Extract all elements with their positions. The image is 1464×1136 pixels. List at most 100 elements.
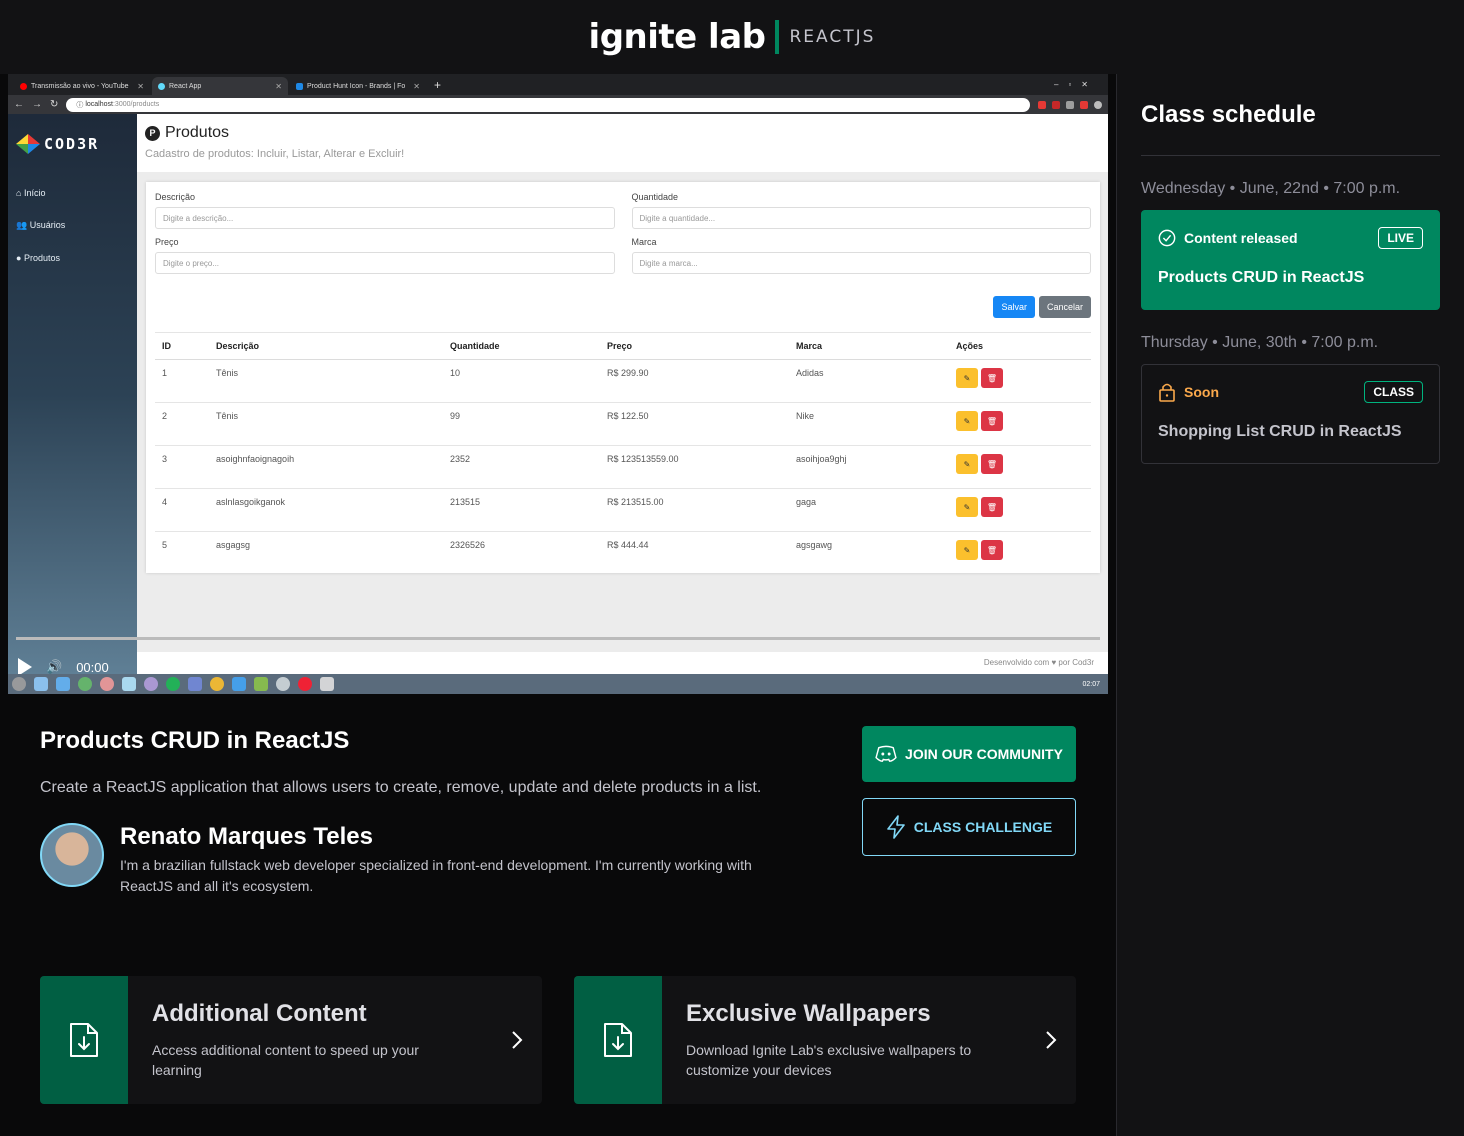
spotify-icon[interactable] bbox=[166, 677, 180, 691]
quantity-input[interactable]: Digite a quantidade... bbox=[631, 207, 1091, 229]
video-player[interactable]: Transmissão ao vivo - YouTube ✕ React App… bbox=[8, 74, 1108, 694]
teacher-avatar bbox=[40, 823, 104, 888]
edit-pencil-icon[interactable]: ✎ bbox=[956, 540, 978, 560]
cell-price: R$ 122.50 bbox=[600, 402, 789, 446]
profile-icon[interactable] bbox=[1094, 100, 1102, 109]
edit-pencil-icon[interactable]: ✎ bbox=[956, 411, 978, 431]
taskbar-clock: 02:07 bbox=[1082, 680, 1100, 688]
forward-arrow-icon[interactable]: → bbox=[32, 99, 42, 110]
trash-icon[interactable]: 🗑 bbox=[981, 454, 1003, 474]
description-label: Descrição bbox=[155, 192, 196, 202]
lesson-card-active[interactable]: Content released LIVE Products CRUD in R… bbox=[1141, 210, 1440, 310]
app-icon[interactable] bbox=[100, 677, 114, 691]
edit-pencil-icon[interactable]: ✎ bbox=[956, 368, 978, 388]
quantity-label: Quantidade bbox=[631, 192, 679, 202]
address-bar[interactable]: ⓘ localhost:3000/products bbox=[66, 97, 1030, 112]
cell-id: 4 bbox=[155, 488, 209, 532]
app-title-text: Produtos bbox=[165, 124, 230, 141]
chrome-icon[interactable] bbox=[210, 677, 224, 691]
nav-item-produtos[interactable]: ● Produtos bbox=[8, 245, 137, 277]
brand-label: Marca bbox=[631, 237, 657, 247]
folder-icon[interactable] bbox=[34, 677, 48, 691]
description-input[interactable]: Digite a descrição... bbox=[155, 207, 615, 229]
cell-quantity: 99 bbox=[443, 402, 600, 446]
coder-logo-text: COD3R bbox=[44, 135, 100, 153]
join-community-button[interactable]: JOIN OUR COMMUNITY bbox=[862, 726, 1076, 782]
app-icon[interactable] bbox=[276, 677, 290, 691]
lesson-date: Thursday • June, 30th • 7:00 p.m. bbox=[1141, 334, 1379, 351]
app-icon[interactable] bbox=[122, 677, 136, 691]
nav-label: Usuários bbox=[29, 220, 66, 230]
table-row: 5 asgagsg 2326526 R$ 444.44 agsgawg ✎ 🗑 bbox=[155, 531, 1091, 575]
price-input[interactable]: Digite o preço... bbox=[155, 252, 615, 274]
join-community-label: JOIN OUR COMMUNITY bbox=[905, 746, 1063, 762]
browser-tab-active[interactable]: React App ✕ bbox=[152, 77, 288, 95]
edit-pencil-icon[interactable]: ✎ bbox=[956, 454, 978, 474]
resource-description: Access additional content to speed up yo… bbox=[152, 1042, 419, 1079]
ignite-lab-logo: ignite lab REACTJS bbox=[589, 17, 876, 57]
fontawesome-icon bbox=[296, 82, 303, 90]
extension-icon[interactable] bbox=[1080, 100, 1088, 109]
app-icon[interactable] bbox=[320, 677, 334, 691]
reload-icon[interactable]: ↻ bbox=[50, 99, 58, 110]
app-sidebar: COD3R ⌂ Início 👥 Usuários ● Produtos bbox=[8, 114, 137, 674]
window-controls[interactable]: –▫✕ bbox=[1054, 80, 1108, 89]
file-download-icon bbox=[604, 1023, 632, 1057]
trash-icon[interactable]: 🗑 bbox=[981, 368, 1003, 388]
brand-input[interactable]: Digite a marca... bbox=[631, 252, 1091, 274]
react-app: COD3R ⌂ Início 👥 Usuários ● Produtos P Pr… bbox=[8, 114, 1108, 674]
volume-icon[interactable]: 🔊 bbox=[46, 659, 62, 675]
browser-tab[interactable]: Transmissão ao vivo - YouTube ✕ bbox=[14, 77, 150, 95]
lock-icon bbox=[1159, 383, 1175, 402]
table-row: 2 Tênis 99 R$ 122.50 Nike ✎ 🗑 bbox=[155, 402, 1091, 446]
trash-icon[interactable]: 🗑 bbox=[981, 497, 1003, 517]
cell-description: asgagsg bbox=[209, 531, 443, 575]
tab-title: React App bbox=[169, 82, 202, 90]
class-challenge-button[interactable]: CLASS CHALLENGE bbox=[862, 798, 1076, 856]
edit-pencil-icon[interactable]: ✎ bbox=[956, 497, 978, 517]
app-icon[interactable] bbox=[78, 677, 92, 691]
lesson-date: Wednesday • June, 22nd • 7:00 p.m. bbox=[1141, 180, 1401, 197]
extension-icon[interactable] bbox=[1038, 100, 1046, 109]
cancel-button[interactable]: Cancelar bbox=[1038, 296, 1091, 318]
back-arrow-icon[interactable]: ← bbox=[14, 99, 24, 110]
nav-item-inicio[interactable]: ⌂ Início bbox=[8, 180, 137, 212]
cell-quantity: 10 bbox=[443, 359, 600, 403]
new-tab-icon[interactable]: + bbox=[434, 78, 441, 92]
close-icon[interactable]: ✕ bbox=[413, 82, 420, 91]
extension-icon[interactable] bbox=[1052, 100, 1060, 109]
close-icon[interactable]: ✕ bbox=[275, 82, 282, 91]
top-header: ignite lab REACTJS bbox=[0, 0, 1464, 74]
folder-icon[interactable] bbox=[56, 677, 70, 691]
opera-icon[interactable] bbox=[298, 677, 312, 691]
close-icon[interactable]: ✕ bbox=[137, 82, 144, 91]
cell-quantity: 213515 bbox=[443, 488, 600, 532]
lesson-card-locked[interactable]: Soon CLASS Shopping List CRUD in ReactJS bbox=[1141, 364, 1440, 464]
app-icon[interactable] bbox=[144, 677, 158, 691]
vscode-icon[interactable] bbox=[232, 677, 246, 691]
exclusive-wallpapers-card[interactable]: Exclusive Wallpapers Download Ignite Lab… bbox=[574, 976, 1076, 1104]
pycharm-icon[interactable] bbox=[254, 677, 268, 691]
nav-label: Início bbox=[23, 188, 46, 198]
browser-tab[interactable]: Product Hunt Icon - Brands | Fo ✕ bbox=[290, 77, 426, 95]
additional-content-card[interactable]: Additional Content Access additional con… bbox=[40, 976, 542, 1104]
react-icon bbox=[158, 82, 165, 90]
video-progress-bar[interactable] bbox=[16, 637, 1100, 640]
extensions-row bbox=[1038, 100, 1102, 109]
extension-icon[interactable] bbox=[1066, 100, 1074, 109]
coder-logo: COD3R bbox=[8, 132, 137, 156]
discord-icon[interactable] bbox=[188, 677, 202, 691]
cell-id: 1 bbox=[155, 359, 209, 403]
menu-icon[interactable] bbox=[12, 677, 26, 691]
trash-icon[interactable]: 🗑 bbox=[981, 540, 1003, 560]
resource-icon-box bbox=[40, 976, 128, 1104]
save-button[interactable]: Salvar bbox=[993, 296, 1035, 318]
youtube-icon bbox=[20, 82, 27, 90]
lesson-type-badge: CLASS bbox=[1364, 381, 1423, 403]
products-table: ID Descrição Quantidade Preço Marca Açõe… bbox=[155, 332, 1091, 575]
nav-item-usuarios[interactable]: 👥 Usuários bbox=[8, 212, 137, 245]
price-label: Preço bbox=[155, 237, 179, 247]
teacher-block: Renato Marques Teles I'm a brazilian ful… bbox=[40, 823, 780, 896]
player-time: 00:00 bbox=[76, 659, 109, 675]
trash-icon[interactable]: 🗑 bbox=[981, 411, 1003, 431]
